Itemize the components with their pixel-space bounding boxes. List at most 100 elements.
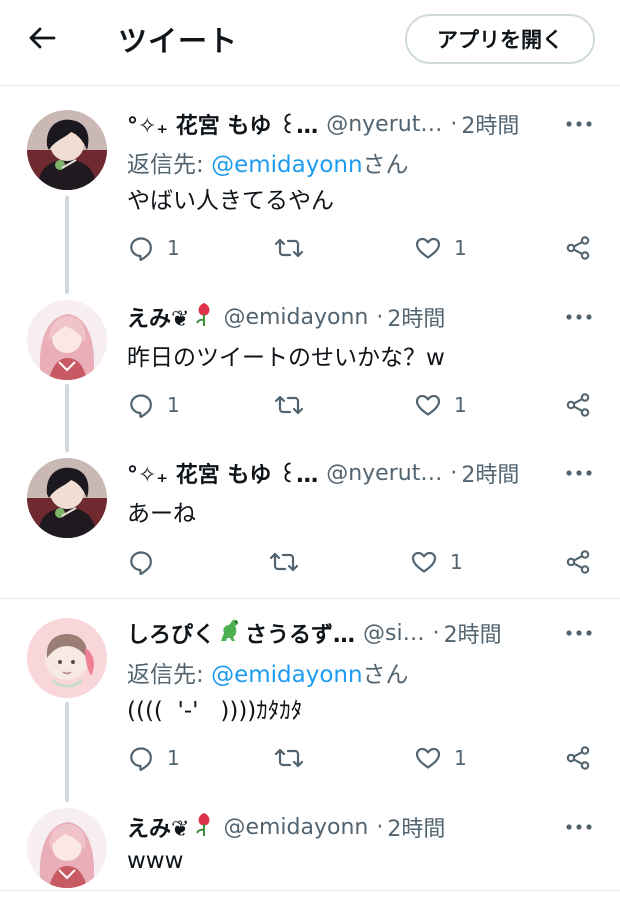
like-button[interactable]: 1 bbox=[414, 232, 467, 264]
retweet-icon bbox=[273, 234, 305, 262]
username[interactable]: @nyerut… bbox=[326, 461, 442, 486]
top-bar: ツイート アプリを開く bbox=[0, 0, 620, 86]
tweet-text: www bbox=[127, 848, 184, 874]
avatar[interactable] bbox=[27, 110, 107, 190]
retweet-button[interactable] bbox=[268, 546, 312, 578]
separator-dot: · bbox=[450, 460, 458, 486]
reply-prefix: 返信先: bbox=[127, 662, 212, 688]
mention-link[interactable]: @emidayonn bbox=[211, 152, 362, 178]
display-name[interactable]: えみ❦ bbox=[127, 811, 215, 843]
more-options-button[interactable] bbox=[562, 302, 596, 332]
retweet-button[interactable] bbox=[273, 389, 317, 421]
display-name[interactable]: しろぴく さうるず… bbox=[127, 617, 355, 649]
tweet-actions: 1 1 bbox=[127, 742, 597, 774]
display-name[interactable]: えみ❦ bbox=[127, 301, 215, 333]
separator-dot: · bbox=[376, 304, 384, 330]
heart-icon bbox=[414, 744, 442, 772]
timestamp[interactable]: 2時間 bbox=[461, 457, 519, 489]
display-name-text-2: さうるず… bbox=[245, 623, 356, 648]
timestamp[interactable]: 2時間 bbox=[461, 108, 519, 140]
more-icon bbox=[564, 822, 594, 832]
reply-button[interactable] bbox=[127, 546, 167, 578]
reply-count: 1 bbox=[167, 746, 180, 770]
like-count: 1 bbox=[454, 236, 467, 260]
tweet-actions: 1 1 bbox=[127, 389, 597, 421]
avatar[interactable] bbox=[27, 618, 107, 698]
like-count: 1 bbox=[454, 393, 467, 417]
share-icon bbox=[564, 234, 592, 262]
more-options-button[interactable] bbox=[562, 458, 596, 488]
retweet-button[interactable] bbox=[273, 742, 317, 774]
more-options-button[interactable] bbox=[562, 812, 596, 842]
timestamp[interactable]: 2時間 bbox=[387, 811, 445, 843]
more-icon bbox=[564, 468, 594, 478]
reply-suffix: さん bbox=[362, 662, 409, 688]
display-name-text: えみ❦ bbox=[127, 307, 190, 332]
retweet-icon bbox=[273, 744, 305, 772]
like-button[interactable]: 1 bbox=[410, 546, 463, 578]
tweet-meta: °✧₊ 花宮 もゆ ꒰… @nyerut… · 2時間 bbox=[127, 107, 519, 141]
reply-suffix: さん bbox=[362, 152, 409, 178]
separator-dot: · bbox=[432, 620, 440, 646]
thread-line bbox=[65, 702, 69, 802]
mention-link[interactable]: @emidayonn bbox=[211, 662, 362, 688]
display-name-text: しろぴく bbox=[127, 623, 216, 648]
like-button[interactable]: 1 bbox=[414, 389, 467, 421]
back-button[interactable] bbox=[22, 22, 62, 54]
tweet-text: あーね bbox=[127, 501, 196, 527]
separator-dot: · bbox=[450, 111, 458, 137]
rose-emoji bbox=[193, 811, 215, 843]
more-icon bbox=[564, 628, 594, 638]
tweet-meta: °✧₊ 花宮 もゆ ꒰… @nyerut… · 2時間 bbox=[127, 456, 519, 490]
retweet-icon bbox=[268, 548, 300, 576]
share-button[interactable] bbox=[564, 742, 592, 774]
avatar[interactable] bbox=[27, 808, 107, 888]
username[interactable]: @si… bbox=[363, 621, 425, 646]
share-button[interactable] bbox=[564, 232, 592, 264]
reply-count: 1 bbox=[167, 393, 180, 417]
more-options-button[interactable] bbox=[562, 109, 596, 139]
reply-prefix: 返信先: bbox=[127, 152, 212, 178]
username[interactable]: @emidayonn bbox=[223, 815, 368, 840]
username[interactable]: @emidayonn bbox=[223, 305, 368, 330]
timestamp[interactable]: 2時間 bbox=[444, 617, 502, 649]
reply-icon bbox=[127, 234, 155, 262]
display-name[interactable]: °✧₊ 花宮 もゆ ꒰… bbox=[127, 108, 318, 140]
tweet-text: 昨日のツイートのせいかな？w bbox=[127, 345, 445, 371]
retweet-button[interactable] bbox=[273, 232, 317, 264]
reply-icon bbox=[127, 391, 155, 419]
share-icon bbox=[564, 548, 592, 576]
more-options-button[interactable] bbox=[562, 618, 596, 648]
tweet-meta: えみ❦ @emidayonn · 2時間 bbox=[127, 300, 445, 334]
reply-count: 1 bbox=[167, 236, 180, 260]
tweet-text: (((( '-' ))))ｶﾀｶﾀ bbox=[127, 698, 303, 724]
page-title: ツイート bbox=[118, 24, 239, 58]
heart-icon bbox=[414, 391, 442, 419]
avatar[interactable] bbox=[27, 300, 107, 380]
separator-dot: · bbox=[376, 814, 384, 840]
divider bbox=[0, 890, 620, 891]
dinosaur-emoji bbox=[217, 617, 243, 649]
reply-button[interactable]: 1 bbox=[127, 232, 180, 264]
like-button[interactable]: 1 bbox=[414, 742, 467, 774]
timestamp[interactable]: 2時間 bbox=[387, 301, 445, 333]
open-app-button[interactable]: アプリを開く bbox=[405, 14, 595, 64]
share-button[interactable] bbox=[564, 546, 592, 578]
share-icon bbox=[564, 744, 592, 772]
thread-line bbox=[65, 384, 69, 452]
replying-to: 返信先: @emidayonnさん bbox=[127, 655, 409, 689]
tweet-actions: 1 1 bbox=[127, 232, 597, 264]
reply-button[interactable]: 1 bbox=[127, 742, 180, 774]
like-count: 1 bbox=[450, 550, 463, 574]
rose-emoji bbox=[193, 301, 215, 333]
tweet-text: やばい人きてるやん bbox=[127, 188, 334, 214]
share-icon bbox=[564, 391, 592, 419]
avatar[interactable] bbox=[27, 458, 107, 538]
display-name-text: えみ❦ bbox=[127, 817, 190, 842]
more-icon bbox=[564, 119, 594, 129]
reply-button[interactable]: 1 bbox=[127, 389, 180, 421]
display-name[interactable]: °✧₊ 花宮 もゆ ꒰… bbox=[127, 457, 318, 489]
more-icon bbox=[564, 312, 594, 322]
share-button[interactable] bbox=[564, 389, 592, 421]
username[interactable]: @nyerut… bbox=[326, 112, 442, 137]
